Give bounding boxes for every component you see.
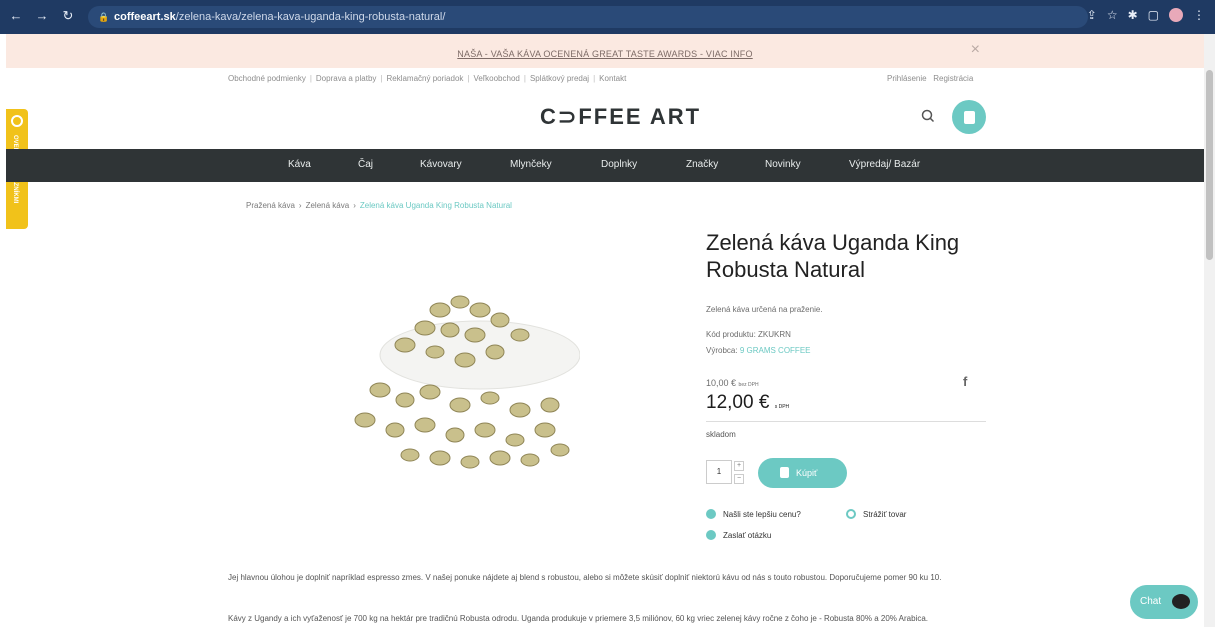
ask-label: Zaslať otázku: [723, 531, 772, 541]
link-terms[interactable]: Obchodné podmienky: [228, 74, 306, 83]
nav-item-tea[interactable]: Čaj: [358, 159, 373, 170]
account-links: Prihlásenie Registrácia: [887, 74, 973, 83]
close-icon[interactable]: ×: [971, 41, 980, 59]
extensions-icon[interactable]: ✱: [1128, 8, 1138, 22]
product-maker: Výrobca: 9 GRAMS COFFEE: [706, 346, 811, 355]
reload-icon[interactable]: ↻: [60, 8, 76, 24]
maker-link[interactable]: 9 GRAMS COFFEE: [740, 346, 811, 355]
bell-icon: [846, 509, 856, 519]
found-cheaper-link[interactable]: Našli ste lepšiu cenu?: [706, 509, 801, 520]
top-links: Obchodné podmienky | Doprava a platby | Rekl…: [228, 74, 626, 83]
link-complaints[interactable]: Reklamačný poriadok: [386, 74, 463, 83]
nav-item-grinders[interactable]: Mlynčeky: [510, 159, 552, 170]
link-shipping[interactable]: Doprava a platby: [316, 74, 376, 83]
price-net-value: 10,00 €: [706, 378, 737, 388]
scrollbar[interactable]: [1204, 34, 1215, 627]
maker-label: Výrobca:: [706, 346, 738, 355]
product-code: Kód produktu: ZKUKRN: [706, 330, 791, 339]
url-domain: coffeeart.sk: [114, 11, 176, 23]
bookmark-star-icon[interactable]: ☆: [1107, 8, 1118, 22]
lock-icon: 🔒: [98, 12, 110, 22]
separator: |: [309, 74, 312, 83]
question-icon: [706, 530, 716, 540]
buy-button[interactable]: Kúpiť: [758, 458, 847, 488]
quantity-input[interactable]: 1: [706, 460, 732, 484]
price-without-vat: 10,00 € bez DPH: [706, 378, 759, 388]
badge-icon: [11, 115, 23, 127]
main-navigation: Káva Čaj Kávovary Mlynčeky Doplnky Značk…: [6, 149, 1204, 182]
price-tag-icon: [706, 509, 716, 519]
product-image[interactable]: [320, 280, 580, 480]
chat-button[interactable]: Chat: [1130, 585, 1198, 619]
address-bar[interactable]: 🔒 coffeeart.sk/zelena-kava/zelena-kava-u…: [88, 6, 1088, 28]
sidepanel-icon[interactable]: ▢: [1148, 8, 1159, 22]
breadcrumb-green[interactable]: Zelená káva: [306, 201, 350, 210]
register-link[interactable]: Registrácia: [933, 74, 973, 83]
breadcrumb-arrow: ›: [353, 201, 356, 210]
price-value: 12,00 €: [706, 392, 770, 413]
stock-status: skladom: [706, 430, 736, 439]
nav-item-accessories[interactable]: Doplnky: [601, 159, 637, 170]
profile-avatar[interactable]: [1169, 8, 1183, 22]
nav-item-sale[interactable]: Výpredaj/ Bazár: [849, 159, 920, 170]
forward-icon[interactable]: →: [34, 8, 50, 24]
separator: |: [593, 74, 596, 83]
quantity-increase[interactable]: +: [734, 461, 744, 471]
price-net-suffix: bez DPH: [738, 382, 759, 388]
link-wholesale[interactable]: Veľkoobchod: [473, 74, 519, 83]
watch-product-link[interactable]: Strážiť tovar: [846, 509, 907, 520]
link-contact[interactable]: Kontakt: [599, 74, 626, 83]
login-link[interactable]: Prihlásenie: [887, 74, 927, 83]
nav-item-brands[interactable]: Značky: [686, 159, 718, 170]
found-cheaper-label: Našli ste lepšiu cenu?: [723, 510, 801, 520]
price-with-vat: 12,00 € s DPH: [706, 392, 789, 414]
cart-button[interactable]: [952, 100, 986, 134]
separator: |: [467, 74, 470, 83]
browser-toolbar: ← → ↻ ⌂ 🔒 coffeeart.sk/zelena-kava/zelen…: [0, 0, 1215, 34]
quantity-decrease[interactable]: −: [734, 474, 744, 484]
breadcrumb: Pražená káva › Zelená káva › Zelená káva Uga…: [246, 201, 512, 210]
description-paragraph: Jej hlavnou úlohou je doplniť napríklad …: [228, 573, 942, 582]
share-icon[interactable]: ⇪: [1087, 8, 1097, 22]
site-logo[interactable]: C⊃FFEE ART: [540, 104, 701, 130]
promo-link[interactable]: NAŠA - VAŠA KÁVA OCENENÁ GREAT TASTE AWA…: [457, 49, 752, 59]
divider: [706, 421, 986, 422]
description-paragraph: Kávy z Ugandy a ich vyťaženosť je 700 kg…: [228, 614, 929, 623]
breadcrumb-arrow: ›: [298, 201, 302, 210]
link-installments[interactable]: Splátkový predaj: [530, 74, 589, 83]
menu-icon[interactable]: ⋮: [1193, 8, 1205, 22]
nav-item-new[interactable]: Novinky: [765, 159, 801, 170]
chat-bubble-icon: [1172, 594, 1190, 609]
promo-bar: NAŠA - VAŠA KÁVA OCENENÁ GREAT TASTE AWA…: [6, 34, 1204, 68]
search-icon[interactable]: [920, 108, 936, 124]
nav-item-coffee[interactable]: Káva: [288, 159, 311, 170]
chat-label: Chat: [1140, 596, 1162, 607]
url-path: /zelena-kava/zelena-kava-uganda-king-rob…: [175, 11, 446, 23]
nav-item-machines[interactable]: Kávovary: [420, 159, 462, 170]
breadcrumb-current: Zelená káva Uganda King Robusta Natural: [359, 201, 512, 210]
breadcrumb-roasted[interactable]: Pražená káva: [246, 201, 295, 210]
ask-question-link[interactable]: Zaslať otázku: [706, 530, 772, 541]
facebook-icon[interactable]: f: [963, 374, 967, 389]
price-suffix: s DPH: [774, 404, 790, 410]
separator: |: [380, 74, 383, 83]
separator: |: [523, 74, 526, 83]
watch-label: Strážiť tovar: [863, 510, 907, 520]
product-description: Zelená káva určená na praženie.: [706, 305, 823, 314]
product-title: Zelená káva Uganda King Robusta Natural: [706, 230, 960, 282]
back-icon[interactable]: ←: [8, 8, 24, 24]
scrollbar-thumb[interactable]: [1206, 70, 1213, 260]
